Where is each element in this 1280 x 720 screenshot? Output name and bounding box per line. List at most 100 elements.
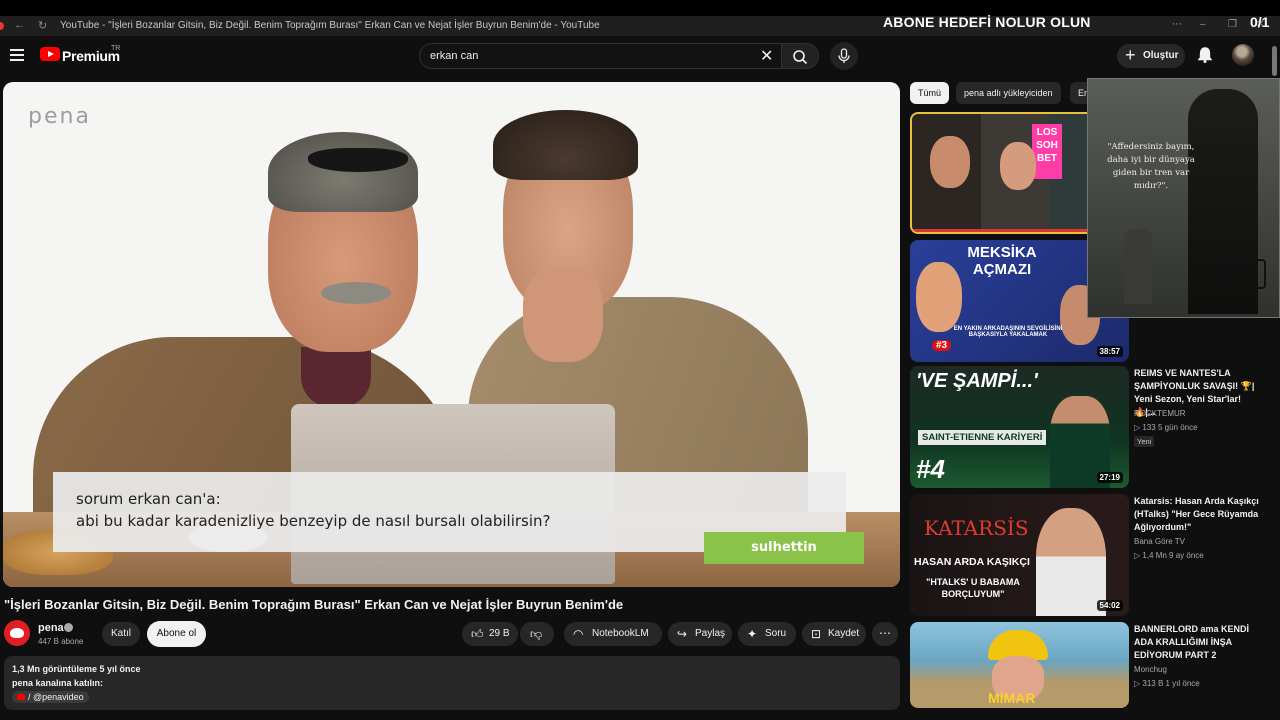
thumbnail-episode: #3 [932,340,952,351]
notebooklm-label: NotebookLM [592,628,649,639]
caption-line-2: abi bu kadar karadenizliye benzeyip de n… [76,512,551,530]
video-frame-person-right-hair [493,110,638,180]
chip-all[interactable]: Tümü [910,82,950,104]
subscriber-count: 447 B abone [38,637,84,646]
video-frame-hand [523,267,603,362]
recommendation-channel[interactable]: Bana Göre TV [1134,537,1185,546]
window-maximize-icon[interactable]: ❐ [1228,19,1237,30]
caption-author-tag: sulhettin [704,532,864,564]
thumbnail-text: KATARSİS [924,516,1029,540]
video-frame-sunglasses [308,148,408,172]
voice-search-button[interactable] [830,42,858,70]
browser-tab-title: YouTube - "İşleri Bozanlar Gitsin, Biz D… [60,20,600,31]
video-title: "İşleri Bozanlar Gitsin, Biz Değil. Beni… [4,597,624,612]
channel-handle-link[interactable]: / @penavideo [12,691,89,703]
recommendation-title[interactable]: Katarsis: Hasan Arda Kaşıkçı (HTalks) "H… [1134,495,1264,534]
video-frame-person-left-shirt [301,347,371,407]
thumbnail-subtext: HASAN ARDA KAŞIKÇI [914,556,1030,568]
picture-in-picture-window[interactable]: "Affedersiniz bayım, daha iyi bir dünyay… [1087,78,1280,318]
video-duration: 27:19 [1096,472,1123,483]
share-label: Paylaş [695,628,726,639]
microphone-icon [838,48,850,63]
video-frame-moustache [321,282,391,304]
description-box[interactable]: 1,3 Mn görüntüleme 5 yıl önce pena kanal… [4,656,900,710]
recommendation-thumbnail[interactable]: 'VE ŞAMPİ...' SAINT-ETIENNE KARİYERİ #4 … [910,366,1129,488]
video-frame-person-left-hair [268,132,418,212]
like-count: 29 B [489,628,510,639]
verified-badge-icon [64,623,73,632]
like-button[interactable]: 👍︎ 29 B [462,622,518,646]
clear-search-icon[interactable]: ✕ [760,46,773,66]
thumbnail-episode: #4 [916,454,945,484]
plus-icon: + [1125,45,1136,65]
channel-name[interactable]: pena [38,622,64,634]
bookmark-icon: ⊡ [811,627,822,641]
search-icon [793,50,808,65]
recommendation-channel[interactable]: ROCKTEMUR [1134,409,1186,418]
recommendation-title[interactable]: BANNERLORD ama KENDİ ADA KRALLIĞIMI İNŞA… [1134,623,1264,662]
subscriber-goal-overlay: ABONE HEDEFİ NOLUR OLUN [883,14,1091,30]
chip-from-uploader[interactable]: pena adlı yükleyiciden [956,82,1061,104]
youtube-header: Premium TR erkan can ✕ + Oluştur [0,36,1280,76]
thumbs-up-icon: 👍︎ [471,627,484,641]
search-button[interactable] [781,43,819,69]
view-stats: 1,3 Mn görüntüleme 5 yıl önce [12,664,141,674]
thumbs-down-icon: 👎︎ [530,627,543,641]
description-join-text: pena kanalına katılın: [12,678,104,688]
share-button[interactable]: ↪ Paylaş [668,622,732,646]
more-actions-icon[interactable]: ⋯ [872,622,898,646]
channel-avatar[interactable] [4,620,30,646]
thumbnail-text: MEKSİKA AÇMAZI [967,244,1037,278]
thumbnail-person [930,136,970,188]
ask-label: Soru [765,628,787,639]
video-duration: 54:02 [1096,600,1123,611]
account-avatar[interactable] [1232,44,1254,66]
thumbnail-quote: "HTALKS' U BABAMA BORÇLUYUM" [926,577,1020,599]
thumbnail-person [1036,508,1106,616]
recommendation-channel[interactable]: Monchug [1134,665,1167,674]
dislike-button[interactable]: 👎︎ [520,622,554,646]
thumbnail-person [1000,142,1036,190]
search-query[interactable]: erkan can [430,50,478,62]
pip-quote: "Affedersiniz bayım, daha iyi bir dünyay… [1107,142,1195,191]
share-icon: ↪ [677,627,688,641]
save-label: Kaydet [828,628,860,639]
notebooklm-button[interactable]: ◠ NotebookLM [564,622,662,646]
sparkle-icon: ✦ [747,627,758,641]
ask-button[interactable]: ✦ Soru [738,622,796,646]
thumbnail-text: LOS SOH BET [1032,124,1062,179]
back-arrow-icon[interactable]: ← [14,19,25,31]
reload-icon[interactable]: ↻ [38,19,47,32]
video-duration: 38:57 [1096,346,1123,357]
notifications-bell-icon[interactable] [1196,46,1214,64]
new-badge: Yeni [1134,436,1155,447]
thumbnail-subtext: SAINT-ETIENNE KARİYERİ [918,430,1047,445]
page-scrollbar[interactable] [1272,46,1277,76]
window-menu-icon[interactable]: ⋯ [1172,19,1182,30]
thumbnail-text: MİMAR [988,690,1036,706]
window-minimize-icon[interactable]: – [1200,19,1206,30]
recommendation-stats: ▷ 1,4 Mn 9 ay önce [1134,551,1204,560]
notebook-icon: ◠ [573,627,584,641]
pip-child-figure [1124,229,1152,304]
thumbnail-person [916,262,962,332]
save-button[interactable]: ⊡ Kaydet [802,622,866,646]
subscribe-button[interactable]: Abone ol [147,621,206,647]
pip-cart [1216,259,1266,289]
recommendation-thumbnail[interactable]: KATARSİS HASAN ARDA KAŞIKÇI "HTALKS' U B… [910,494,1129,616]
channel-watermark: pena [28,104,91,129]
join-button[interactable]: Katıl [102,622,140,646]
recommendation-stats: ▷ 133 5 gün önce [1134,423,1198,432]
caption-line-1: sorum erkan can'a: [76,490,221,508]
recommendation-stats: ▷ 313 B 1 yıl önce [1134,679,1200,688]
subscriber-goal-counter: 0/1 [1250,14,1270,30]
country-code: TR [111,45,121,52]
recommendation-thumbnail[interactable]: MİMAR [910,622,1129,708]
thumbnail-subtext: EN YAKIN ARKADAŞININ SEVGİLİSİNİ BAŞKASI… [953,326,1063,338]
video-player[interactable]: pena sorum erkan can'a: abi bu kadar kar… [3,82,900,587]
menu-icon[interactable] [10,49,24,61]
youtube-logo-icon[interactable] [40,47,60,61]
create-button[interactable]: + Oluştur [1117,44,1185,68]
thumbnail-text: 'VE ŞAMPİ...' [916,370,1038,392]
search-input[interactable]: erkan can ✕ [419,43,783,69]
